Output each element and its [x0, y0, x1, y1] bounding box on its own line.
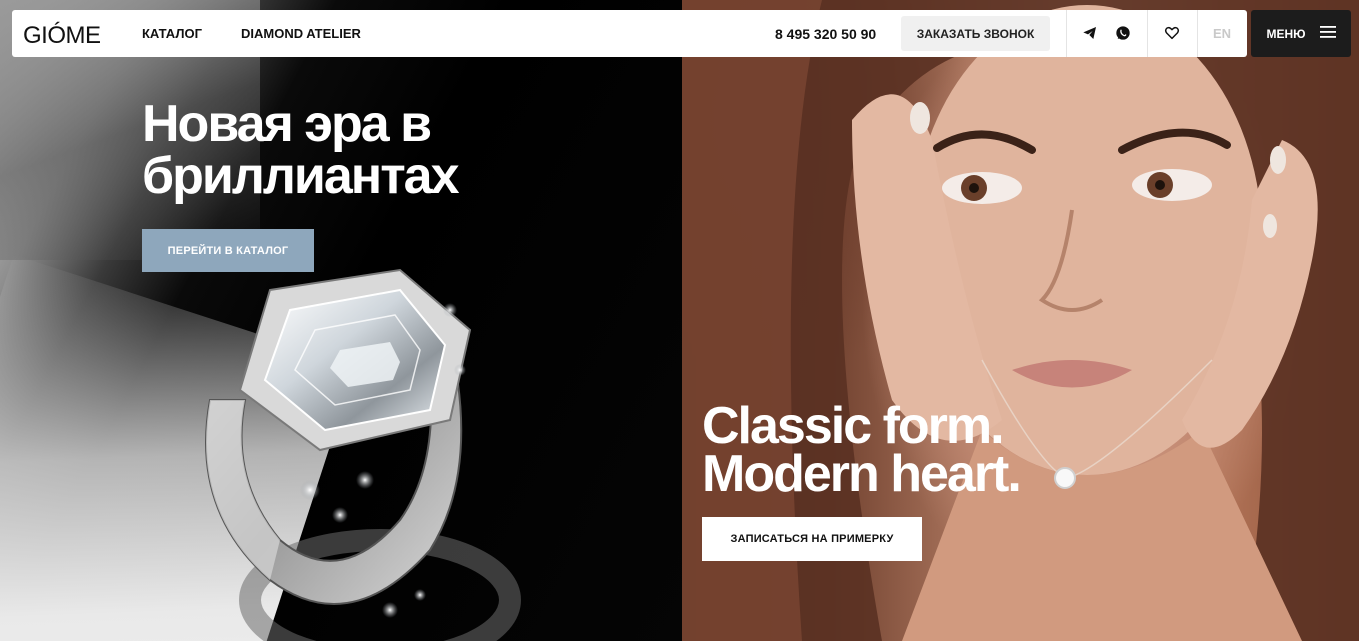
- telegram-icon[interactable]: [1080, 23, 1100, 43]
- brand-logo[interactable]: GIÓME: [23, 22, 101, 50]
- diamond-ring-image: [205, 268, 521, 641]
- hero-left-banner[interactable]: Новая эра в бриллиантах ПЕРЕЙТИ В КАТАЛО…: [0, 0, 682, 641]
- header-divider: [1197, 10, 1198, 57]
- header-divider: [1147, 10, 1148, 57]
- go-to-catalog-button[interactable]: ПЕРЕЙТИ В КАТАЛОГ: [142, 229, 314, 272]
- nav-link-diamond-atelier[interactable]: DIAMOND ATELIER: [241, 26, 361, 41]
- book-fitting-button[interactable]: ЗАПИСАТЬСЯ НА ПРИМЕРКУ: [702, 517, 922, 561]
- menu-label: МЕНЮ: [1266, 26, 1306, 41]
- request-callback-button[interactable]: ЗАКАЗАТЬ ЗВОНОК: [901, 16, 1050, 51]
- page: Новая эра в бриллиантах ПЕРЕЙТИ В КАТАЛО…: [0, 0, 1359, 641]
- hero-right-title: Classic form. Modern heart.: [702, 397, 1022, 503]
- hero-left-title: Новая эра в бриллиантах: [142, 95, 460, 205]
- language-switch[interactable]: EN: [1213, 26, 1231, 41]
- menu-button[interactable]: МЕНЮ: [1251, 10, 1351, 57]
- header-divider: [1066, 10, 1067, 57]
- whatsapp-icon[interactable]: [1113, 23, 1133, 43]
- hamburger-icon: [1319, 25, 1336, 43]
- heart-icon[interactable]: [1162, 23, 1182, 43]
- site-header: GIÓME КАТАЛОГ DIAMOND ATELIER 8 495 320 …: [12, 10, 1247, 57]
- phone-number[interactable]: 8 495 320 50 90: [775, 26, 876, 42]
- nav-link-catalog[interactable]: КАТАЛОГ: [142, 26, 202, 41]
- hero-right-banner[interactable]: Classic form. Modern heart. ЗАПИСАТЬСЯ Н…: [682, 0, 1359, 641]
